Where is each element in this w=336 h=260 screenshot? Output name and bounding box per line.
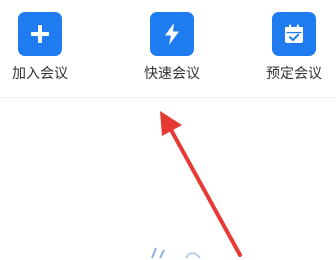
- join-meeting-button[interactable]: 加入会议: [4, 0, 76, 97]
- partial-content-fragment: [151, 247, 201, 259]
- schedule-meeting-label: 预定会议: [266, 66, 322, 82]
- quick-meeting-label: 快速会议: [144, 66, 200, 82]
- join-meeting-label: 加入会议: [12, 66, 68, 82]
- quick-meeting-button[interactable]: 快速会议: [136, 0, 208, 97]
- plus-icon: [31, 25, 49, 43]
- lightning-icon: [165, 23, 179, 45]
- quick-meeting-tile[interactable]: [150, 12, 194, 56]
- schedule-meeting-tile[interactable]: [272, 12, 316, 56]
- meeting-actions-bar: 加入会议 快速会议 预定会议: [0, 0, 336, 98]
- join-meeting-tile[interactable]: [18, 12, 62, 56]
- schedule-meeting-button[interactable]: 预定会议: [258, 0, 330, 97]
- calendar-check-icon: [285, 24, 303, 43]
